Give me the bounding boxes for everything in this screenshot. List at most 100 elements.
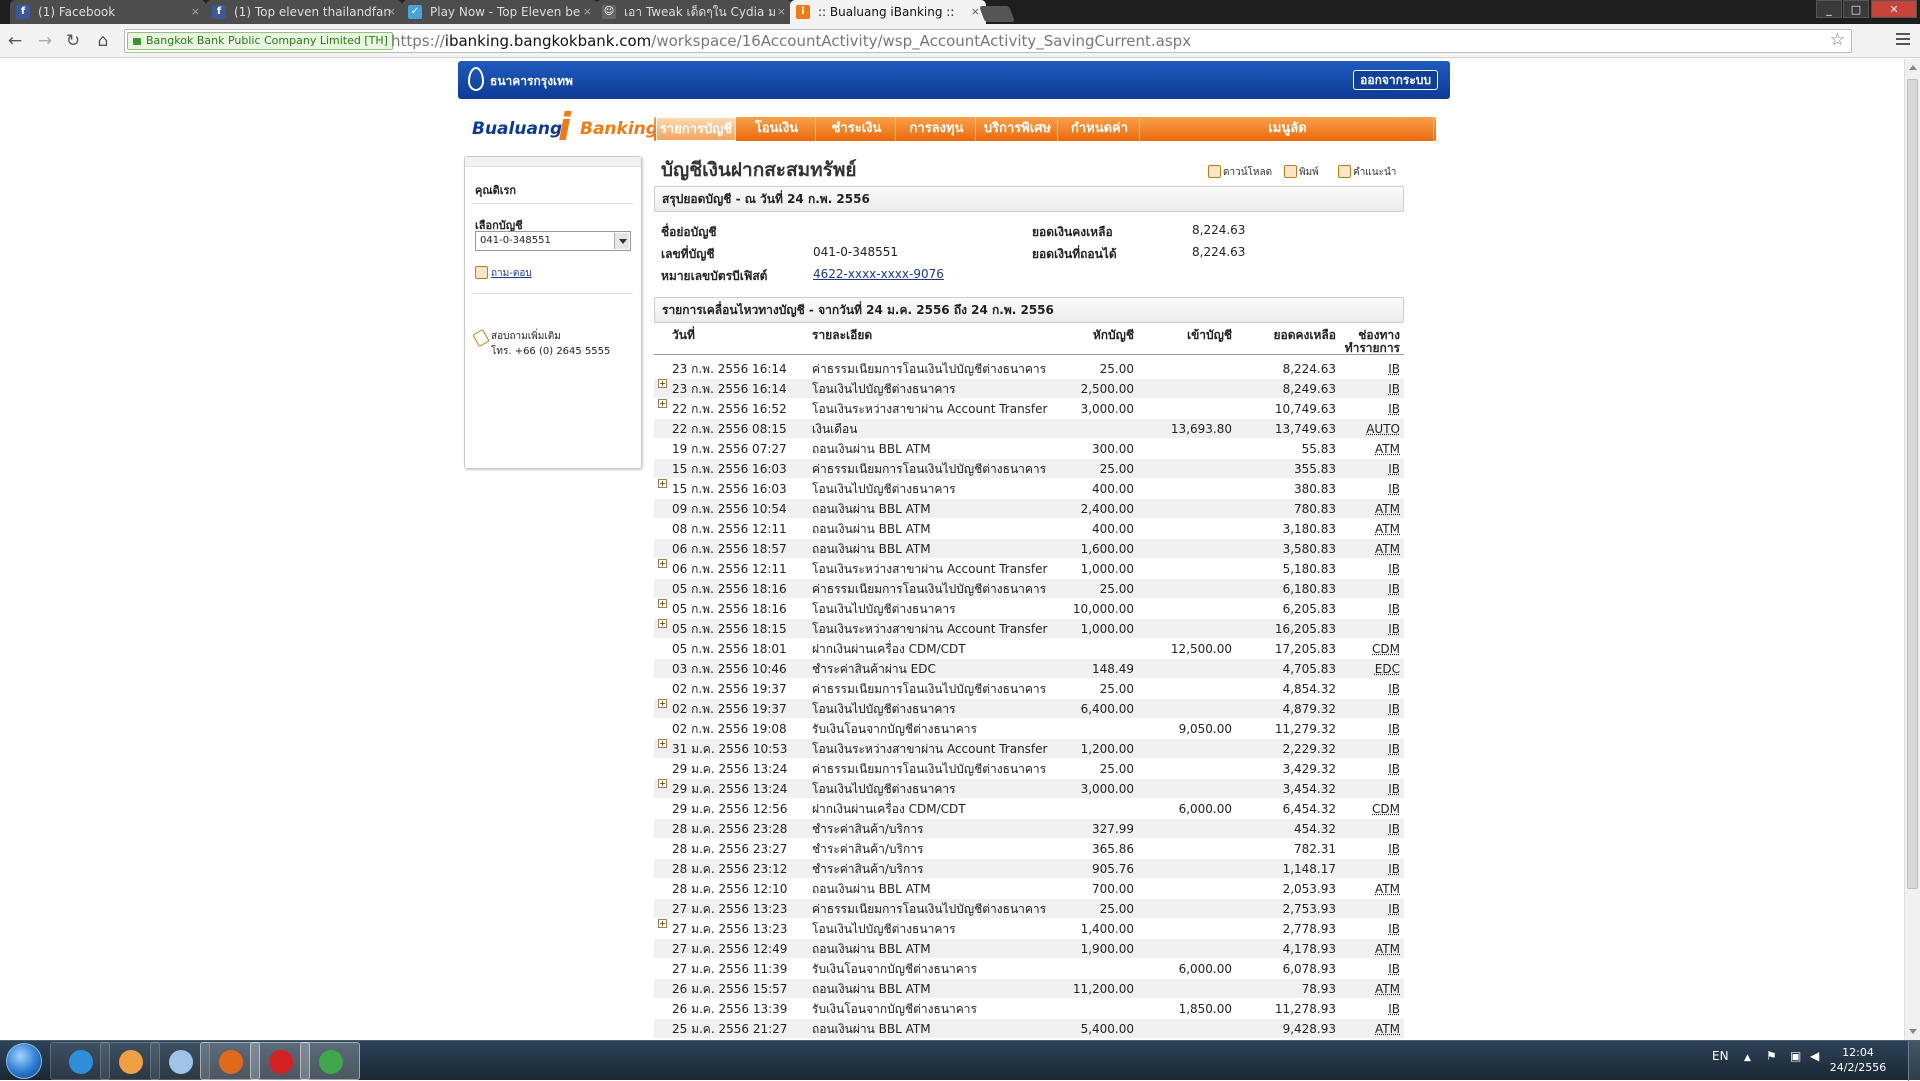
cell-channel[interactable]: IB: [1388, 459, 1400, 479]
browser-tab[interactable]: f (1) Facebook ×: [10, 0, 206, 24]
cell-description: ถอนเงินผ่าน BBL ATM: [812, 1022, 931, 1036]
cell-channel[interactable]: IB: [1388, 819, 1400, 839]
close-icon[interactable]: ×: [971, 0, 980, 24]
print-button[interactable]: พิมพ์: [1284, 165, 1319, 180]
bookmark-star-icon[interactable]: ☆: [1830, 30, 1845, 50]
help-button[interactable]: คำแนะนำ: [1338, 165, 1396, 180]
cell-channel[interactable]: IB: [1388, 839, 1400, 859]
close-icon[interactable]: ×: [777, 0, 786, 24]
cell-channel[interactable]: ATM: [1375, 939, 1400, 959]
cell-channel[interactable]: IB: [1388, 359, 1400, 379]
faq-link[interactable]: ถาม-ตอบ: [475, 266, 532, 281]
cell-channel[interactable]: IB: [1388, 759, 1400, 779]
browser-tab[interactable]: ✓ Play Now - Top Eleven be ×: [402, 0, 598, 24]
browser-tab[interactable]: f (1) Top eleven thailandfan ×: [206, 0, 402, 24]
minimize-button[interactable]: _: [1816, 0, 1842, 18]
cell-channel[interactable]: ATM: [1375, 519, 1400, 539]
menu-icon[interactable]: [1896, 30, 1912, 50]
new-tab-button[interactable]: [979, 6, 1015, 22]
home-icon[interactable]: ⌂: [92, 30, 114, 52]
show-desktop-button[interactable]: [1908, 1041, 1920, 1081]
back-icon[interactable]: ←: [4, 30, 26, 52]
cell-channel[interactable]: IB: [1388, 559, 1400, 579]
card-number-link[interactable]: 4622-xxxx-xxxx-9076: [813, 267, 944, 281]
cell-channel[interactable]: ATM: [1375, 979, 1400, 999]
vertical-scrollbar[interactable]: [1904, 59, 1920, 1040]
cell-channel[interactable]: ATM: [1375, 499, 1400, 519]
ev-certificate-badge[interactable]: Bangkok Bank Public Company Limited [TH]: [127, 32, 393, 50]
chevron-down-icon[interactable]: [614, 233, 629, 249]
close-window-button[interactable]: ✕: [1871, 0, 1917, 18]
cell-channel[interactable]: ATM: [1375, 539, 1400, 559]
scrollbar-thumb[interactable]: [1907, 79, 1918, 889]
reload-icon[interactable]: ↻: [62, 30, 84, 52]
expand-icon[interactable]: [658, 379, 667, 388]
cell-channel[interactable]: IB: [1388, 859, 1400, 879]
cell-channel[interactable]: IB: [1388, 779, 1400, 799]
address-bar[interactable]: Bangkok Bank Public Company Limited [TH]…: [124, 29, 1852, 53]
logout-button[interactable]: ออกจากระบบ: [1353, 70, 1438, 90]
clock[interactable]: 12:04 24/2/2556: [1824, 1045, 1892, 1075]
start-button[interactable]: [6, 1043, 42, 1079]
menu-item[interactable]: โอนเงิน: [738, 117, 816, 141]
expand-icon[interactable]: [658, 599, 667, 608]
account-select[interactable]: 041-0-348551: [475, 231, 631, 251]
cell-channel[interactable]: IB: [1388, 959, 1400, 979]
close-icon[interactable]: ×: [387, 0, 396, 24]
maximize-button[interactable]: □: [1843, 0, 1869, 18]
browser-tab[interactable]: i:: Bualuang iBanking :: ×: [790, 0, 986, 24]
cell-channel[interactable]: IB: [1388, 679, 1400, 699]
col-credit: เข้าบัญชี: [1186, 328, 1232, 342]
cell-channel[interactable]: ATM: [1375, 439, 1400, 459]
cell-channel[interactable]: EDC: [1375, 659, 1400, 679]
menu-item[interactable]: รายการบัญชี: [656, 117, 736, 141]
cell-channel[interactable]: IB: [1388, 719, 1400, 739]
language-indicator[interactable]: EN: [1712, 1049, 1729, 1063]
table-row: 28 ม.ค. 2556 23:12 ชำระค่าสินค้า/บริการ 90…: [654, 859, 1404, 879]
cell-credit: 9,050.00: [1178, 722, 1232, 736]
expand-icon[interactable]: [658, 399, 667, 408]
expand-icon[interactable]: [658, 919, 667, 928]
cell-channel[interactable]: CDM: [1372, 799, 1400, 819]
action-center-icon[interactable]: ⚑: [1766, 1049, 1777, 1063]
volume-icon[interactable]: ◀: [1810, 1049, 1819, 1063]
cell-channel[interactable]: IB: [1388, 579, 1400, 599]
cell-channel[interactable]: IB: [1388, 479, 1400, 499]
cell-channel[interactable]: IB: [1388, 699, 1400, 719]
cell-channel[interactable]: CDM: [1372, 639, 1400, 659]
cell-channel[interactable]: ATM: [1375, 879, 1400, 899]
browser-tab[interactable]: ☺ เอา Tweak เด็ดๆใน Cydia ม ×: [596, 0, 792, 24]
menu-item[interactable]: การลงทุน: [898, 117, 976, 141]
menu-item[interactable]: กำหนดค่า: [1060, 117, 1140, 141]
close-icon[interactable]: ×: [191, 0, 200, 24]
network-icon[interactable]: ▣: [1790, 1049, 1801, 1063]
expand-icon[interactable]: [658, 779, 667, 788]
expand-icon[interactable]: [658, 739, 667, 748]
cell-channel[interactable]: IB: [1388, 379, 1400, 399]
cell-channel[interactable]: IB: [1388, 999, 1400, 1019]
expand-icon[interactable]: [658, 479, 667, 488]
cell-channel[interactable]: IB: [1388, 619, 1400, 639]
expand-icon[interactable]: [658, 699, 667, 708]
download-button[interactable]: ดาวน์โหลด: [1208, 165, 1272, 180]
tray-expand-icon[interactable]: ▲: [1744, 1053, 1751, 1063]
cell-channel[interactable]: IB: [1388, 739, 1400, 759]
expand-icon[interactable]: [658, 619, 667, 628]
cell-channel[interactable]: IB: [1388, 919, 1400, 939]
menu-item[interactable]: ชำระเงิน: [818, 117, 896, 141]
menu-item[interactable]: เมนูลัด: [1142, 117, 1434, 141]
forward-icon[interactable]: →: [34, 30, 56, 52]
menu-item[interactable]: บริการพิเศษ: [978, 117, 1058, 141]
cell-date: 27 ม.ค. 2556 13:23: [672, 902, 788, 916]
expand-icon[interactable]: [658, 559, 667, 568]
cell-channel[interactable]: ATM: [1375, 1019, 1400, 1039]
cell-date: 28 ม.ค. 2556 23:27: [672, 842, 788, 856]
cell-channel[interactable]: IB: [1388, 599, 1400, 619]
cell-date: 19 ก.พ. 2556 07:27: [672, 442, 787, 456]
cell-channel[interactable]: IB: [1388, 899, 1400, 919]
cell-channel[interactable]: IB: [1388, 399, 1400, 419]
cell-channel[interactable]: AUTO: [1366, 419, 1400, 439]
chrome-taskbar-button[interactable]: [300, 1042, 360, 1080]
url-text[interactable]: https://ibanking.bangkokbank.com/workspa…: [391, 32, 1191, 50]
close-icon[interactable]: ×: [583, 0, 592, 24]
